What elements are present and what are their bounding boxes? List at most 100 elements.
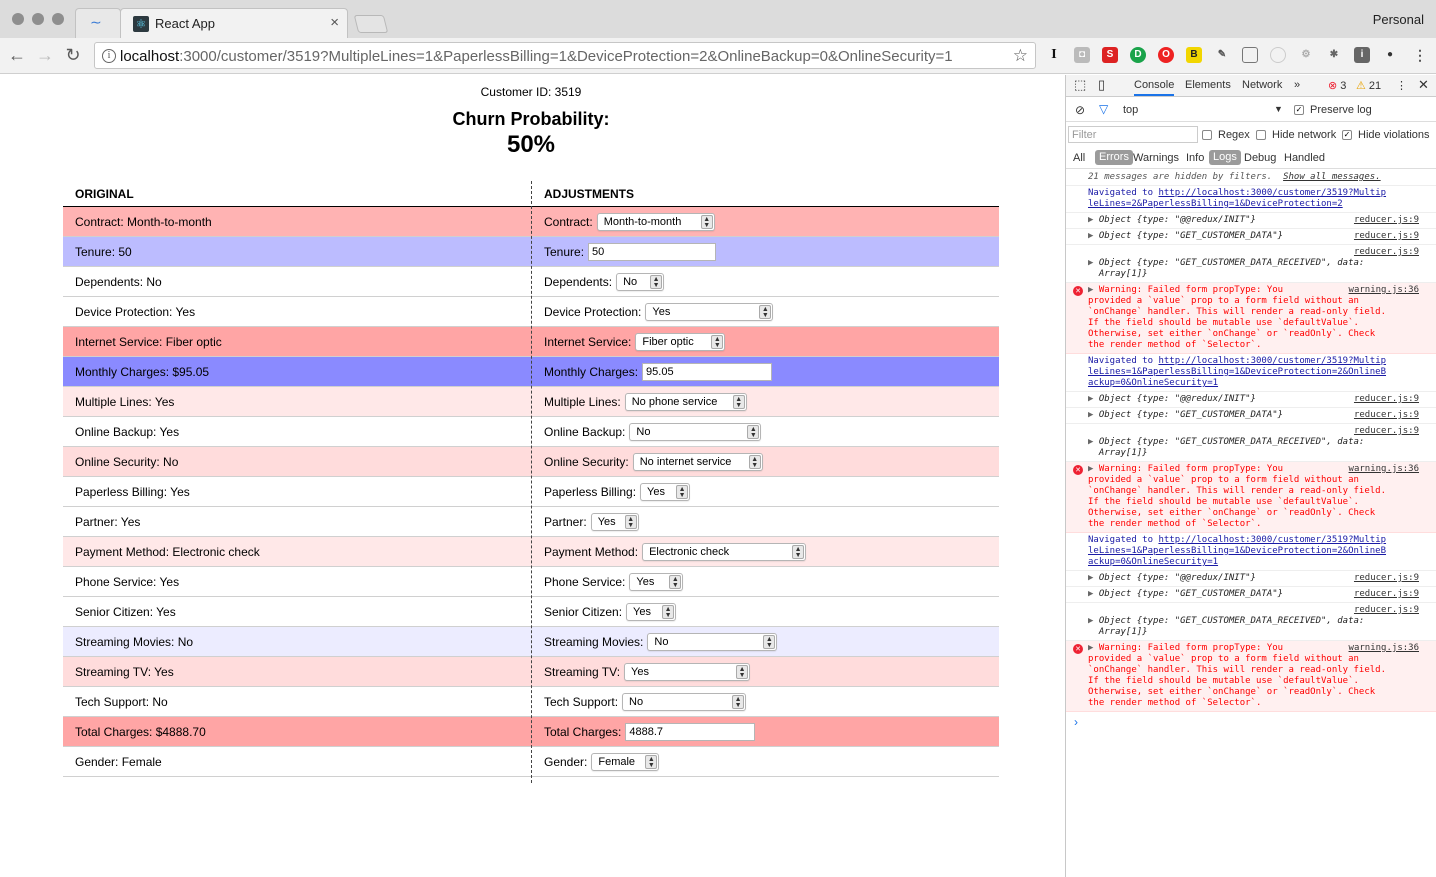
- adjustment-select[interactable]: Yes ▲ ▼: [629, 573, 684, 591]
- forward-icon[interactable]: →: [34, 44, 56, 66]
- console-log-entry[interactable]: ▶ Object {type: "GET_CUSTOMER_DATA"} redu…: [1066, 229, 1436, 245]
- profile-button[interactable]: Personal: [1373, 12, 1424, 27]
- level-logs[interactable]: Logs: [1209, 150, 1241, 165]
- adjustment-input[interactable]: 95.05: [642, 363, 773, 381]
- back-icon[interactable]: ←: [6, 44, 28, 66]
- adjustment-select[interactable]: Month-to-month ▲ ▼: [596, 213, 715, 231]
- console-log-entry[interactable]: ▶ Object {type: "GET_CUSTOMER_DATA_RECEI…: [1066, 424, 1436, 462]
- filter-icon[interactable]: ▽: [1099, 102, 1108, 116]
- tab-elements[interactable]: Elements: [1185, 79, 1231, 91]
- select-stepper-icon: ▲ ▼: [763, 635, 776, 649]
- level-handled[interactable]: Handled: [1284, 152, 1325, 164]
- console-warning-entry[interactable]: ✕ ▶ Warning: Failed form propType: You pr…: [1066, 283, 1436, 354]
- info-icon[interactable]: i: [102, 49, 116, 63]
- console-log-entry[interactable]: ▶ Object {type: "@@redux/INIT"} reducer.j…: [1066, 571, 1436, 587]
- original-value: Payment Method: Electronic check: [75, 545, 260, 559]
- adjustment-select[interactable]: No internet service ▲ ▼: [632, 453, 763, 471]
- new-tab-button[interactable]: [353, 15, 389, 33]
- adjustment-label: Paperless Billing:: [544, 485, 637, 499]
- adjustment-cell: Total Charges: 4888.7: [544, 721, 756, 743]
- preserve-log-checkbox[interactable]: ✓: [1294, 105, 1304, 115]
- console-log-entry[interactable]: ▶ Object {type: "GET_CUSTOMER_DATA"} redu…: [1066, 408, 1436, 424]
- level-all[interactable]: All: [1073, 152, 1085, 164]
- adjustment-select[interactable]: No ▲ ▼: [622, 693, 747, 711]
- adjustment-input[interactable]: 4888.7: [625, 723, 756, 741]
- tab-network[interactable]: Network: [1242, 79, 1282, 91]
- level-errors[interactable]: Errors: [1095, 150, 1133, 165]
- camera-icon[interactable]: ◘: [1074, 47, 1090, 63]
- adjustment-select[interactable]: No ▲ ▼: [629, 423, 762, 441]
- pinned-tab[interactable]: ∼: [75, 8, 121, 38]
- opera-icon[interactable]: O: [1158, 47, 1174, 63]
- clear-console-icon[interactable]: ⊘: [1075, 103, 1085, 117]
- console-prompt[interactable]: ›: [1066, 712, 1436, 734]
- adjustment-select[interactable]: Yes ▲ ▼: [624, 663, 751, 681]
- adjustment-select[interactable]: Fiber optic ▲ ▼: [635, 333, 726, 351]
- error-count-icon[interactable]: ⊗ 3: [1328, 79, 1346, 92]
- close-devtools-icon[interactable]: ✕: [1418, 77, 1429, 93]
- devtools-menu-icon[interactable]: ⋮: [1396, 79, 1407, 92]
- adjustment-label: Streaming TV:: [544, 665, 621, 679]
- bookmark-star-icon[interactable]: ☆: [1013, 46, 1028, 66]
- cast-icon[interactable]: [1242, 47, 1258, 63]
- console-warning-entry[interactable]: ✕ ▶ Warning: Failed form propType: You pr…: [1066, 462, 1436, 533]
- adjustment-select[interactable]: Female ▲ ▼: [591, 753, 660, 771]
- select-stepper-icon: ▲ ▼: [650, 275, 663, 289]
- console-log-entry[interactable]: ▶ Object {type: "GET_CUSTOMER_DATA_RECEI…: [1066, 245, 1436, 283]
- adjustment-select[interactable]: Yes ▲ ▼: [645, 303, 774, 321]
- console-log-entry[interactable]: ▶ Object {type: "@@redux/INIT"} reducer.j…: [1066, 213, 1436, 229]
- hide-network-checkbox[interactable]: [1256, 130, 1266, 140]
- reload-icon[interactable]: ↻: [62, 44, 84, 66]
- adjustment-select[interactable]: Yes ▲ ▼: [626, 603, 677, 621]
- warning-count-icon[interactable]: ⚠ 21: [1356, 79, 1381, 92]
- info-extension-icon[interactable]: i: [1354, 47, 1370, 63]
- close-tab-icon[interactable]: ×: [330, 14, 339, 31]
- adjustment-label: Gender:: [544, 755, 588, 769]
- adjustment-select[interactable]: No phone service ▲ ▼: [624, 393, 747, 411]
- device-toolbar-icon[interactable]: ▯: [1098, 77, 1105, 93]
- cookie-icon[interactable]: ●: [1382, 47, 1398, 63]
- adjustment-select[interactable]: No ▲ ▼: [647, 633, 778, 651]
- adjustment-select[interactable]: Yes ▲ ▼: [640, 483, 691, 501]
- tab-react-app[interactable]: ⚛ React App ×: [120, 8, 348, 38]
- inspect-icon[interactable]: ⬚: [1074, 77, 1086, 93]
- minimize-window-icon[interactable]: [32, 13, 44, 25]
- level-warnings[interactable]: Warnings: [1133, 152, 1179, 164]
- bug-icon[interactable]: ✱: [1326, 47, 1342, 63]
- select-stepper-icon: ▲ ▼: [736, 665, 749, 679]
- context-select[interactable]: top: [1123, 104, 1138, 116]
- adjustment-select[interactable]: Electronic check ▲ ▼: [642, 543, 807, 561]
- url-text[interactable]: localhost:3000/customer/3519?MultipleLin…: [120, 48, 953, 65]
- address-bar[interactable]: i localhost:3000/customer/3519?MultipleL…: [94, 42, 1036, 69]
- hide-violations-checkbox[interactable]: ✓: [1342, 130, 1352, 140]
- adjustment-select[interactable]: Yes ▲ ▼: [590, 513, 639, 531]
- prompt-chevron-icon: ›: [1074, 715, 1078, 729]
- console-log-entry[interactable]: ▶ Object {type: "@@redux/INIT"} reducer.j…: [1066, 392, 1436, 408]
- adjustment-input[interactable]: 50: [588, 243, 717, 261]
- more-tabs-icon[interactable]: »: [1294, 79, 1300, 91]
- console-log-entry[interactable]: ▶ Object {type: "GET_CUSTOMER_DATA_RECEI…: [1066, 603, 1436, 641]
- instapaper-icon[interactable]: I: [1046, 47, 1062, 63]
- level-info[interactable]: Info: [1186, 152, 1204, 164]
- select-value: Yes: [636, 576, 655, 588]
- show-all-link[interactable]: Show all messages.: [1283, 172, 1381, 182]
- regex-checkbox[interactable]: [1202, 130, 1212, 140]
- maximize-window-icon[interactable]: [52, 13, 64, 25]
- picker-icon[interactable]: ✎: [1214, 47, 1230, 63]
- level-debug[interactable]: Debug: [1244, 152, 1276, 164]
- close-window-icon[interactable]: [12, 13, 24, 25]
- tab-console[interactable]: Console: [1134, 79, 1175, 96]
- s-extension-icon[interactable]: S: [1102, 47, 1118, 63]
- disabled-extension-icon[interactable]: [1270, 47, 1286, 63]
- console-warning-entry[interactable]: ✕ ▶ Warning: Failed form propType: You pr…: [1066, 641, 1436, 712]
- b-extension-icon[interactable]: B: [1186, 47, 1202, 63]
- adjustment-select[interactable]: No ▲ ▼: [616, 273, 665, 291]
- adjustment-cell: Phone Service: Yes ▲ ▼: [544, 571, 684, 593]
- context-dropdown-icon[interactable]: ▼: [1274, 104, 1283, 114]
- select-value: No: [629, 696, 644, 708]
- settings-extension-icon[interactable]: ⚙: [1298, 47, 1314, 63]
- d-extension-icon[interactable]: D: [1130, 47, 1146, 63]
- filter-input[interactable]: Filter: [1068, 126, 1198, 143]
- menu-icon[interactable]: ⋮: [1412, 47, 1428, 63]
- console-log-entry[interactable]: ▶ Object {type: "GET_CUSTOMER_DATA"} redu…: [1066, 587, 1436, 603]
